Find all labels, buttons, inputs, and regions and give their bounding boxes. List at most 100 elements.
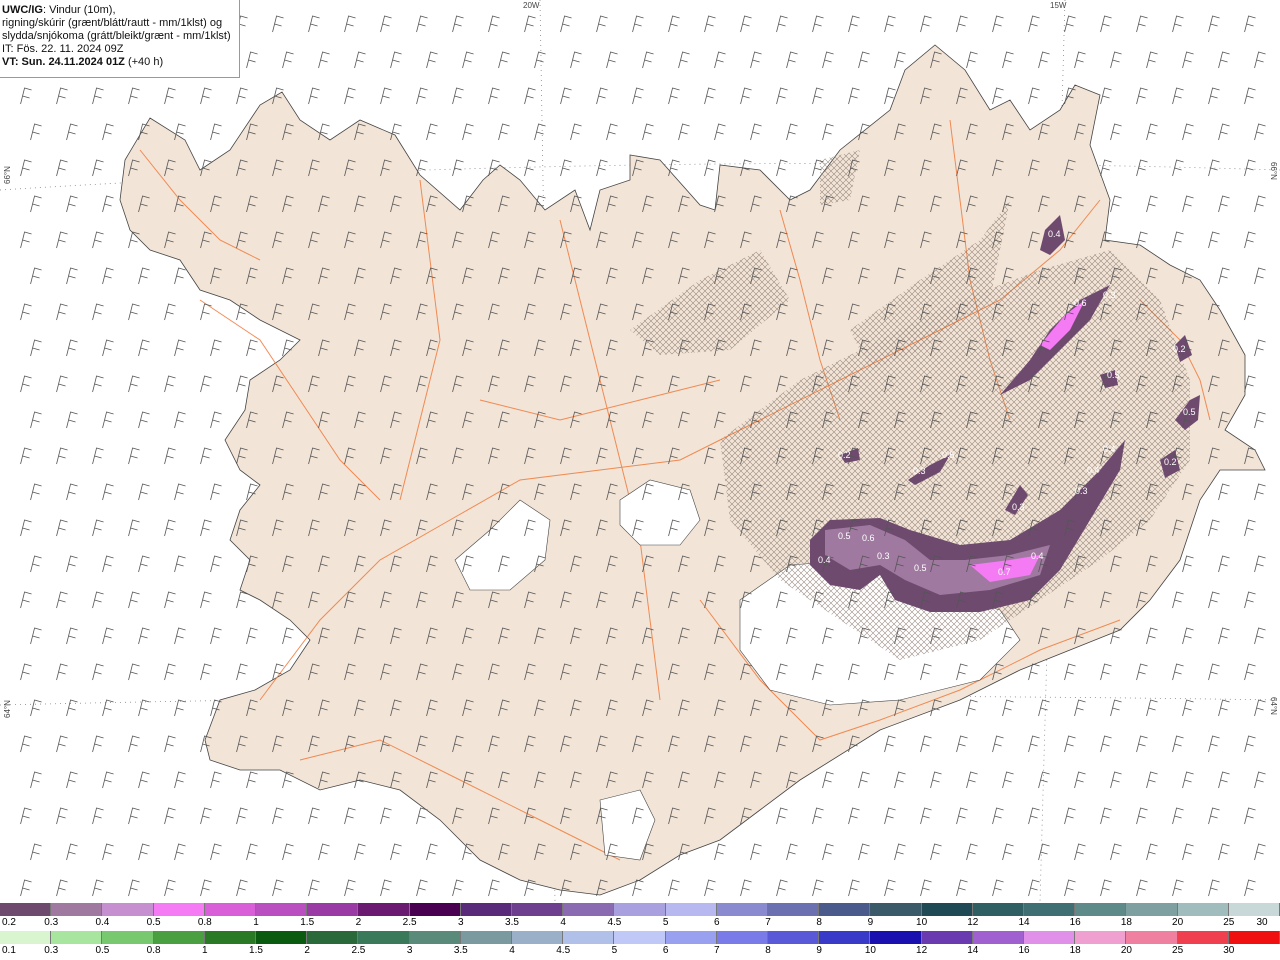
colorbar-label: 7 <box>714 945 720 956</box>
colorbar-label: 0.1 <box>2 945 16 956</box>
colorbar-label: 9 <box>867 917 874 928</box>
map-title-box: UWC/IG: Vindur (10m), rigning/skúrir (gr… <box>0 0 240 78</box>
colorbar-label: 12 <box>916 945 928 956</box>
precip-label: 0.3 <box>1012 502 1025 512</box>
colorbar-swatch <box>768 903 820 916</box>
precip-label: 0.3 <box>913 466 926 476</box>
colorbar-label: 1 <box>253 917 259 928</box>
colorbar-swatch <box>204 931 257 944</box>
colorbar-swatch <box>972 903 1025 916</box>
colorbar-label: 0.2 <box>2 917 16 928</box>
colorbar-swatch <box>665 903 717 916</box>
colorbar-label: 0.8 <box>146 945 161 956</box>
colorbar-label: 1 <box>202 945 208 956</box>
colorbar-swatch <box>1177 931 1229 944</box>
colorbar-swatch <box>0 903 52 916</box>
weather-map: 0.4 0.5 0.3 0.6 0.3 0.5 0.2 0.3 0.5 0.4 … <box>0 0 1280 902</box>
colorbar-label: 2.5 <box>402 917 417 928</box>
colorbar-label: 25 <box>1223 917 1235 928</box>
colorbar-label: 14 <box>1018 917 1030 928</box>
snow-colorbar <box>0 903 1280 916</box>
precip-label: 0.5 <box>914 563 927 573</box>
colorbar-swatch <box>51 931 103 944</box>
colorbar-swatch <box>460 903 513 916</box>
colorbar-label: 30 <box>1256 917 1268 928</box>
colorbar-swatch <box>1024 931 1076 944</box>
colorbar-swatch <box>102 903 154 916</box>
colorbar-label: 18 <box>1069 945 1081 956</box>
model-name: UWC/IG <box>2 4 43 16</box>
rain-colorbar-labels: 0.1 0.3 0.5 0.8 1 1.5 2 2.5 3 3.5 4 4.5 5 6 7 8 9 10 12 14 1… <box>0 945 1280 959</box>
colorbar-swatch <box>1075 903 1127 916</box>
colorbar-swatch <box>153 903 205 916</box>
colorbar-swatch <box>921 931 973 944</box>
precip-label: 0.4 <box>818 555 831 565</box>
colorbar-label: 1.5 <box>249 945 263 956</box>
colorbar-swatch <box>972 931 1025 944</box>
colorbar-label: 0.4 <box>95 917 110 928</box>
precip-label: 0.4 <box>1087 465 1100 475</box>
precip-label: 0.3 <box>1075 486 1088 496</box>
precip-label: 0.5 <box>838 531 851 541</box>
colorbar-swatch <box>1075 931 1127 944</box>
colorbar-label: 20 <box>1120 945 1132 956</box>
colorbar-label: 5 <box>611 945 618 956</box>
colorbar-label: 0.3 <box>44 917 59 928</box>
colorbar-swatch <box>614 931 666 944</box>
colorbar-swatch <box>204 903 257 916</box>
colorbar-swatch <box>0 931 52 944</box>
colorbar-label: 12 <box>967 917 979 928</box>
colorbar-label: 6 <box>662 945 669 956</box>
colorbar-swatch <box>1126 931 1178 944</box>
colorbar-swatch <box>1228 903 1280 916</box>
colorbar-label: 4 <box>509 945 515 956</box>
colorbar-label: 3 <box>406 945 413 956</box>
colorbar-swatch <box>256 903 308 916</box>
precip-label: 0.6 <box>1074 298 1087 308</box>
precip-label: 0.6 <box>862 533 875 543</box>
colorbar-label: 0.8 <box>197 917 212 928</box>
colorbar-swatch <box>153 931 205 944</box>
colorbar-swatch <box>870 931 922 944</box>
colorbar-swatch <box>102 931 154 944</box>
colorbar-label: 4 <box>560 917 566 928</box>
colorbar-label: 2.5 <box>351 945 366 956</box>
colorbar-swatch <box>665 931 717 944</box>
precip-label: 0.4 <box>1031 551 1044 561</box>
colorbar-label: 30 <box>1223 945 1235 956</box>
colorbar-label: 10 <box>864 945 876 956</box>
colorbar-swatch <box>1228 931 1280 944</box>
colorbar-swatch <box>563 931 615 944</box>
valid-time: VT: Sun. 24.11.2024 01Z <box>2 56 125 68</box>
precip-label: 0.5 <box>1183 407 1196 417</box>
colorbar-swatch <box>1177 903 1229 916</box>
colorbar-label: 25 <box>1172 945 1184 956</box>
lat-label-64-right: 64°N <box>1269 697 1278 715</box>
lat-label-64-left: 64°N <box>3 700 12 718</box>
colorbar-swatch <box>921 903 973 916</box>
colorbar-label: 9 <box>816 945 822 956</box>
colorbar-swatch <box>51 903 103 916</box>
colorbar-label: 7 <box>765 917 771 928</box>
forecast-hour: (+40 h) <box>124 56 164 68</box>
lon-label-20w: 20W <box>523 1 540 10</box>
title-line-3: slydda/snjókoma (grátt/bleikt/grænt - mm… <box>2 30 231 42</box>
precip-label: 0.3 <box>877 551 890 561</box>
colorbar-swatch <box>563 903 615 916</box>
colorbar-label: 16 <box>1069 917 1081 928</box>
precip-label: 0.2 <box>1173 344 1186 354</box>
colorbar-label: 0.3 <box>44 945 59 956</box>
colorbar-label: 3.5 <box>505 917 519 928</box>
precip-label: 0.5 <box>1107 370 1120 380</box>
colorbar-label: 8 <box>816 917 822 928</box>
colorbar-swatch <box>460 931 513 944</box>
colorbar-swatch <box>870 903 922 916</box>
colorbar-swatch <box>716 903 769 916</box>
colorbar-swatch <box>819 931 871 944</box>
colorbar-label: 20 <box>1172 917 1184 928</box>
colorbar-label: 0.5 <box>146 917 161 928</box>
colorbar-label: 2 <box>304 945 310 956</box>
colorbar-label: 8 <box>765 945 771 956</box>
init-time: IT: Fös. 22. 11. 2024 09Z <box>2 43 124 55</box>
precip-label: 0.4 <box>1048 229 1061 239</box>
